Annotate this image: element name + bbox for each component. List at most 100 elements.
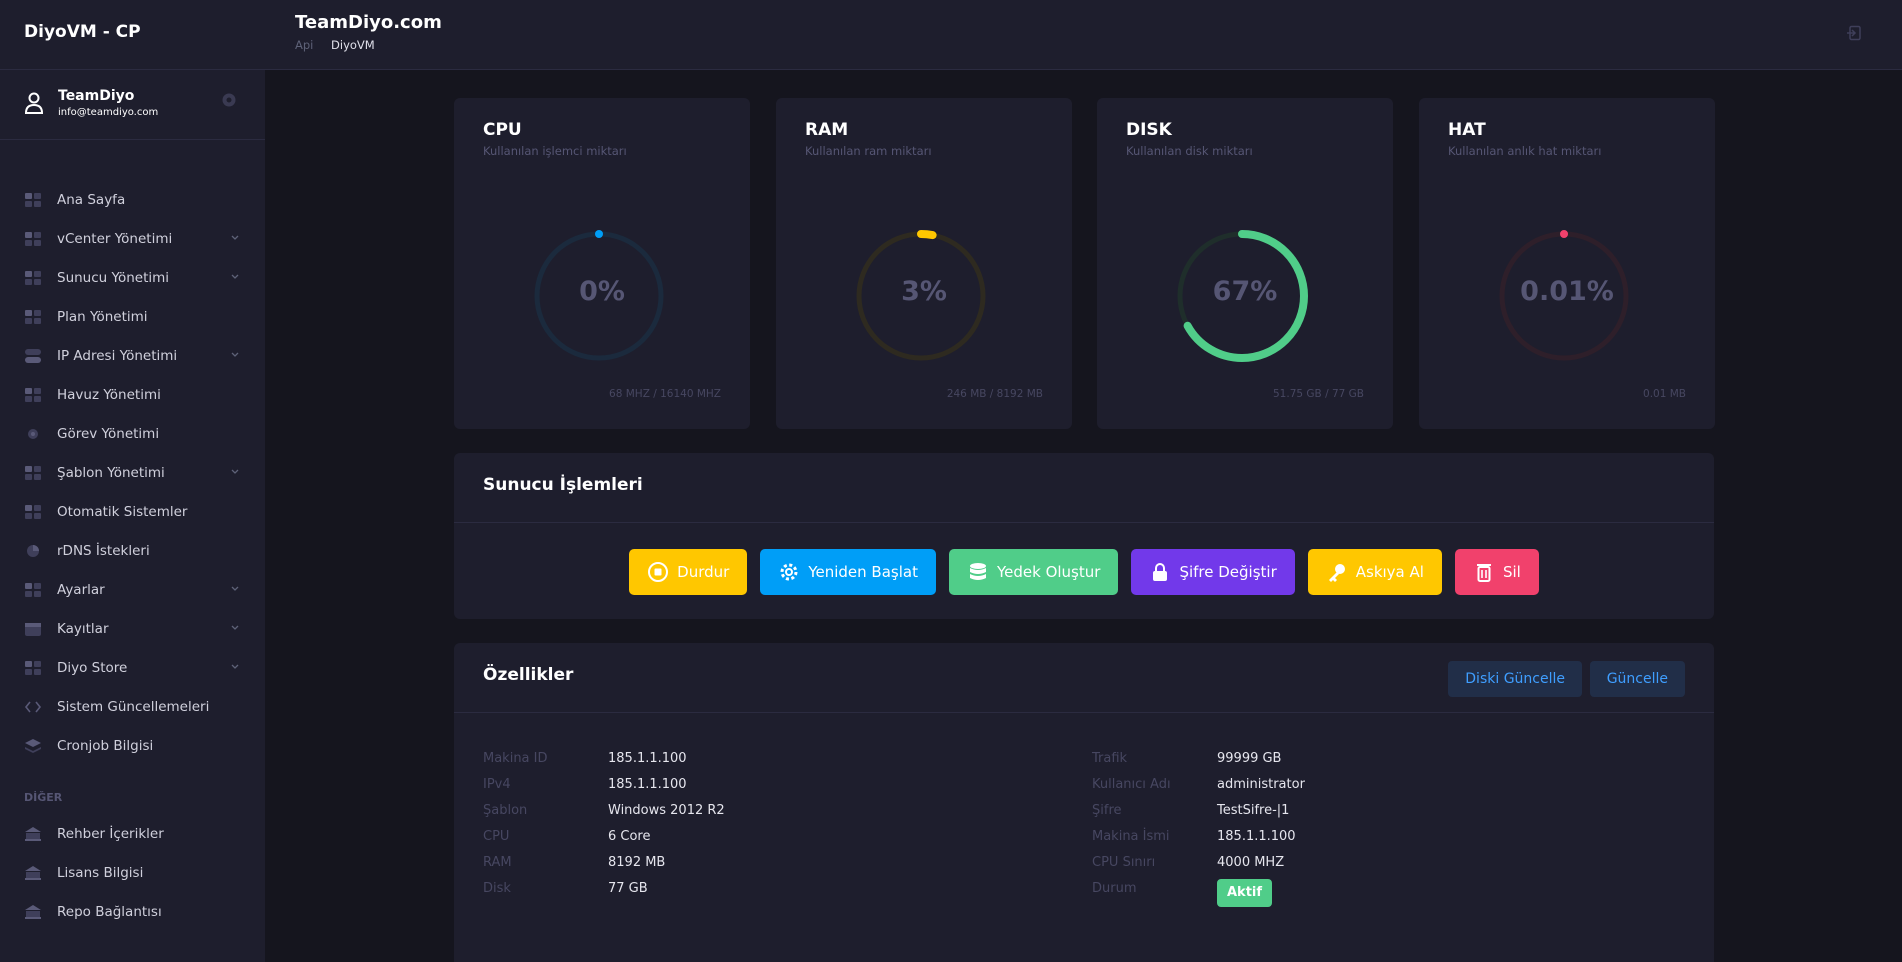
action-button[interactable]: Yedek Oluştur	[948, 549, 1119, 595]
sidebar-item-label: Şablon Yönetimi	[57, 464, 165, 481]
sidebar-item-label: Repo Bağlantısı	[57, 903, 162, 920]
dots-icon	[25, 309, 41, 324]
bank-icon	[25, 865, 41, 880]
brand-title[interactable]: DiyoVM - CP	[0, 0, 265, 70]
chevron-down-icon	[231, 664, 239, 669]
stat-footer: 0.01 MB	[1643, 388, 1686, 400]
property-row: Makina ID 185.1.1.100	[483, 751, 725, 777]
sidebar-item-label: rDNS İstekleri	[57, 542, 150, 559]
sidebar-item[interactable]: Şablon Yönetimi	[0, 453, 265, 492]
sidebar-item[interactable]: Repo Bağlantısı	[0, 892, 265, 931]
stat-footer: 246 MB / 8192 MB	[946, 388, 1043, 400]
sidebar-item[interactable]: Diyo Store	[0, 648, 265, 687]
trash-icon	[1476, 564, 1491, 582]
sidebar-item[interactable]: rDNS İstekleri	[0, 531, 265, 570]
stat-subtitle: Kullanılan işlemci miktarı	[483, 144, 627, 158]
action-button-label: Yeniden Başlat	[808, 563, 918, 581]
sidebar-item-label: Ayarlar	[57, 581, 105, 598]
action-button-label: Şifre Değiştir	[1179, 563, 1277, 581]
breadcrumb-item[interactable]: Api	[295, 38, 313, 52]
chevron-down-icon	[231, 625, 239, 630]
action-button[interactable]: Askıya Al	[1307, 549, 1442, 595]
stat-card: HAT Kullanılan anlık hat miktarı 0.01% 0.01…	[1419, 98, 1715, 429]
code-icon	[24, 701, 42, 712]
sidebar-item[interactable]: vCenter Yönetimi	[0, 219, 265, 258]
action-button[interactable]: Yeniden Başlat	[760, 549, 936, 595]
grid-icon	[25, 192, 41, 207]
sidebar-item[interactable]: Sistem Güncellemeleri	[0, 687, 265, 726]
properties-left: Makina ID 185.1.1.100 IPv4 185.1.1.100 Şablo…	[483, 751, 725, 907]
stat-card: DISK Kullanılan disk miktarı 67% 51.75 GB /…	[1097, 98, 1393, 429]
property-row: RAM 8192 MB	[483, 855, 725, 881]
property-key: RAM	[483, 855, 512, 870]
sidebar-item-label: IP Adresi Yönetimi	[57, 347, 178, 364]
sidebar-item[interactable]: Plan Yönetimi	[0, 297, 265, 336]
sidebar-item-label: Diyo Store	[57, 659, 128, 676]
sidebar-item-label: Kayıtlar	[57, 620, 109, 637]
chevron-down-icon	[231, 235, 239, 240]
stat-value: 0%	[579, 276, 625, 307]
property-value: 185.1.1.100	[1217, 829, 1296, 844]
operations-title: Sunucu İşlemleri	[483, 475, 643, 495]
operations-card: Sunucu İşlemleri Durdur Yeniden Başlat Yed…	[454, 453, 1714, 619]
property-row: IPv4 185.1.1.100	[483, 777, 725, 803]
action-button[interactable]: Sil	[1454, 549, 1539, 595]
sidebar-item[interactable]: Cronjob Bilgisi	[0, 726, 265, 765]
sidebar-item-label: Plan Yönetimi	[57, 308, 148, 325]
chevron-down-icon	[231, 352, 239, 357]
gear-icon	[780, 563, 798, 581]
property-key: Şifre	[1092, 803, 1122, 818]
property-row: Kullanıcı Adı administrator	[1092, 777, 1305, 803]
sidebar-item-label: Havuz Yönetimi	[57, 386, 161, 403]
properties-right: Trafik 99999 GB Kullanıcı Adı administrator…	[1092, 751, 1305, 907]
breadcrumb-item: DiyoVM	[331, 38, 375, 52]
sidebar-item-label: Otomatik Sistemler	[57, 503, 188, 520]
action-button[interactable]: Durdur	[629, 549, 748, 595]
nav-section-label: DİĞER	[24, 791, 63, 804]
property-key: Şablon	[483, 803, 528, 818]
property-row: Şifre TestSifre-|1	[1092, 803, 1305, 829]
sidebar-item[interactable]: Rehber İçerikler	[0, 814, 265, 853]
sidebar-item[interactable]: Sunucu Yönetimi	[0, 258, 265, 297]
action-button[interactable]: Şifre Değiştir	[1131, 549, 1295, 595]
grid-icon	[25, 387, 41, 402]
sidebar-item[interactable]: Havuz Yönetimi	[0, 375, 265, 414]
stat-value: 3%	[901, 276, 947, 307]
sidebar-item-label: Ana Sayfa	[57, 191, 126, 208]
map-icon	[25, 465, 41, 480]
property-row: Makina İsmi 185.1.1.100	[1092, 829, 1305, 855]
gear-icon[interactable]	[221, 92, 237, 108]
user-panel: TeamDiyo info@teamdiyo.com	[0, 70, 265, 140]
property-row: Durum Aktif	[1092, 879, 1305, 907]
property-key: Disk	[483, 881, 511, 896]
store-icon	[25, 660, 41, 675]
stat-title: DISK	[1126, 120, 1172, 140]
property-key: Makina ID	[483, 751, 548, 766]
stat-subtitle: Kullanılan ram miktarı	[805, 144, 932, 158]
stat-title: RAM	[805, 120, 849, 140]
features-card: Özellikler Diski Güncelle Güncelle Makin…	[454, 643, 1714, 962]
sidebar-item[interactable]: Ayarlar	[0, 570, 265, 609]
sidebar-item[interactable]: IP Adresi Yönetimi	[0, 336, 265, 375]
logout-icon[interactable]	[1846, 25, 1862, 41]
sidebar-item-label: Lisans Bilgisi	[57, 864, 144, 881]
property-row: Trafik 99999 GB	[1092, 751, 1305, 777]
user-name: TeamDiyo	[58, 88, 135, 104]
stat-footer: 51.75 GB / 77 GB	[1273, 388, 1364, 400]
bank-icon	[25, 904, 41, 919]
calendar-icon	[25, 622, 41, 636]
property-value: 185.1.1.100	[608, 751, 687, 766]
sidebar-item[interactable]: Otomatik Sistemler	[0, 492, 265, 531]
stat-card: CPU Kullanılan işlemci miktarı 0% 68 MHZ / …	[454, 98, 750, 429]
sidebar-item[interactable]: Kayıtlar	[0, 609, 265, 648]
user-email: info@teamdiyo.com	[58, 107, 159, 118]
toggle-icon	[25, 348, 41, 363]
update-disk-button[interactable]: Diski Güncelle	[1448, 661, 1582, 697]
layers-icon	[25, 738, 41, 753]
update-button[interactable]: Güncelle	[1589, 661, 1685, 697]
property-value: 99999 GB	[1217, 751, 1282, 766]
sidebar-item[interactable]: Görev Yönetimi	[0, 414, 265, 453]
sidebar-item[interactable]: Ana Sayfa	[0, 180, 265, 219]
property-key: Kullanıcı Adı	[1092, 777, 1171, 792]
sidebar-item[interactable]: Lisans Bilgisi	[0, 853, 265, 892]
